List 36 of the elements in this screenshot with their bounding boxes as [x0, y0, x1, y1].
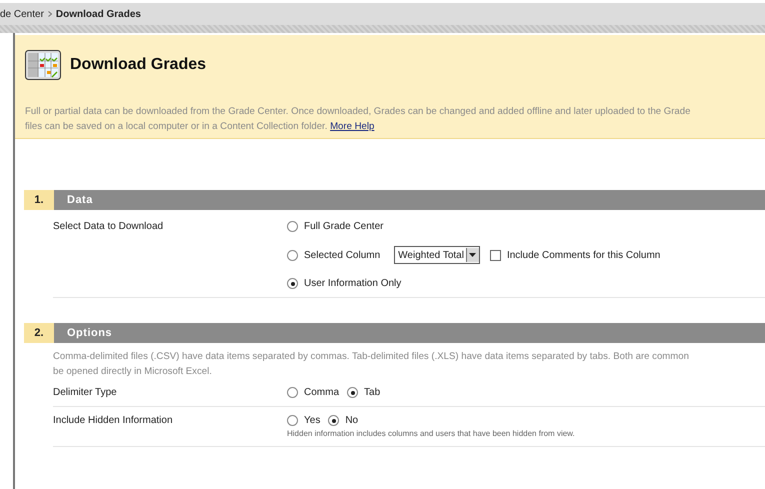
column-dropdown[interactable]: Weighted Total — [394, 246, 480, 264]
help-text: Hidden information includes columns and users that have been hidden from view. — [287, 429, 575, 438]
radio-button[interactable] — [287, 250, 298, 260]
checkbox[interactable] — [490, 250, 501, 260]
step-number: 1. — [24, 190, 54, 210]
section-header: Options — [54, 323, 765, 343]
chevron-icon — [48, 11, 52, 17]
breadcrumb-link[interactable]: de Center — [0, 8, 44, 20]
page-title: Download Grades — [70, 56, 206, 74]
gradebook-icon — [25, 50, 61, 80]
option-label: Tab — [364, 387, 380, 398]
breadcrumb-link[interactable]: Download Grades — [56, 8, 141, 20]
description-text: files can be saved on a local computer or in a Content Collection folder. More Help — [25, 120, 376, 134]
field-label: Include Hidden Information — [53, 415, 174, 428]
section-description: Comma-delimited files (.CSV) have data items separated by commas. Tab-delimited files (.XLS) have data items separated by tabs. Both are common — [53, 350, 690, 364]
help-link[interactable]: More Help — [330, 121, 374, 132]
caret-icon — [469, 253, 476, 257]
option-label: Comma — [304, 387, 340, 398]
step-number: 2. — [24, 323, 54, 343]
field-label: Select Data to Download — [53, 221, 164, 234]
radio-button[interactable] — [287, 387, 298, 398]
option-label: Full Grade Center — [304, 221, 384, 232]
option-label: Yes — [304, 415, 320, 426]
option-label: Selected Column — [304, 250, 380, 260]
section-header: Data — [54, 190, 765, 210]
field-label: Delimiter Type — [53, 387, 118, 398]
radio-button[interactable] — [328, 415, 340, 426]
radio-button[interactable] — [287, 415, 298, 426]
description-text: Full or partial data can be downloaded from the Grade Center. Once downloaded, Grades can be changed and added offline and later uploaded to the Grade — [25, 105, 692, 119]
checkbox-label: Include Comments for this Column — [506, 250, 660, 260]
section-description: be opened directly in Microsoft Excel. — [53, 365, 213, 379]
radio-button[interactable] — [347, 387, 358, 398]
option-label: No — [345, 415, 358, 426]
option-label: User Information Only — [304, 278, 402, 289]
radio-button[interactable] — [287, 221, 298, 232]
radio-button[interactable] — [287, 278, 298, 289]
